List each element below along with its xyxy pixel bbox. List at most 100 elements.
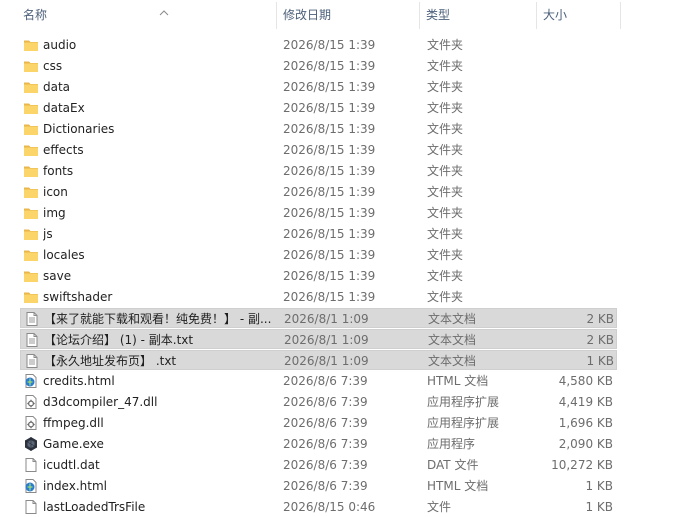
file-type: 文件夹 — [427, 164, 464, 178]
file-modified-date: 2026/8/6 7:39 — [283, 416, 368, 430]
file-row[interactable]: data 2026/8/15 1:39 文件夹 — [20, 77, 617, 97]
column-header-date[interactable]: 修改日期 — [277, 0, 419, 31]
file-modified-date: 2026/8/15 1:39 — [283, 227, 376, 241]
file-type: 应用程序扩展 — [427, 395, 500, 409]
file-row[interactable]: audio 2026/8/15 1:39 文件夹 — [20, 35, 617, 55]
file-size — [540, 119, 613, 139]
file-modified-date: 2026/8/6 7:39 — [283, 437, 368, 451]
file-modified-date: 2026/8/15 1:39 — [283, 290, 376, 304]
dll-file-icon — [23, 415, 39, 431]
file-row[interactable]: 【论坛介绍】 (1) - 副本.txt 2026/8/1 1:09 文本文档 2 KB — [20, 329, 617, 349]
file-modified-date: 2026/8/6 7:39 — [283, 458, 368, 472]
file-modified-date: 2026/8/15 1:39 — [283, 143, 376, 157]
file-size — [540, 245, 613, 265]
file-type: 文件 — [427, 500, 452, 514]
file-modified-date: 2026/8/1 1:09 — [284, 333, 369, 347]
file-name: 【论坛介绍】 (1) - 副本.txt — [44, 333, 194, 347]
file-row[interactable]: css 2026/8/15 1:39 文件夹 — [20, 56, 617, 76]
file-size: 10,272 KB — [551, 458, 613, 472]
file-type: 文本文档 — [428, 312, 477, 326]
folder-icon — [23, 247, 39, 263]
column-header-type-label: 类型 — [426, 8, 451, 22]
file-row[interactable]: fonts 2026/8/15 1:39 文件夹 — [20, 161, 617, 181]
file-name: ffmpeg.dll — [43, 416, 104, 430]
file-row[interactable]: effects 2026/8/15 1:39 文件夹 — [20, 140, 617, 160]
file-size — [540, 98, 613, 118]
dll-file-icon — [23, 394, 39, 410]
file-row[interactable]: Game.exe 2026/8/6 7:39 应用程序 2,090 KB — [20, 434, 617, 454]
file-type: 文本文档 — [428, 333, 477, 347]
file-modified-date: 2026/8/15 1:39 — [283, 59, 376, 73]
column-header-name-label: 名称 — [23, 8, 48, 22]
column-header-size[interactable]: 大小 — [537, 0, 620, 31]
file-name: 【来了就能下载和观看！纯免费！】 - 副... — [44, 312, 272, 326]
folder-icon — [23, 205, 39, 221]
file-row[interactable]: 【来了就能下载和观看！纯免费！】 - 副... 2026/8/1 1:09 文本文档… — [20, 308, 617, 328]
file-type: 文件夹 — [427, 290, 464, 304]
file-row[interactable]: lastLoadedTrsFile 2026/8/15 0:46 文件 1 KB — [20, 497, 617, 517]
file-name: icon — [43, 185, 68, 199]
exe-file-icon — [23, 436, 39, 452]
file-row[interactable]: icudtl.dat 2026/8/6 7:39 DAT 文件 10,272 KB — [20, 455, 617, 475]
file-type: 文件夹 — [427, 248, 464, 262]
file-row[interactable]: js 2026/8/15 1:39 文件夹 — [20, 224, 617, 244]
folder-icon — [23, 226, 39, 242]
file-size: 4,419 KB — [558, 395, 613, 409]
file-name: 【永久地址发布页】 .txt — [44, 354, 177, 368]
file-name: Dictionaries — [43, 122, 115, 136]
folder-icon — [23, 37, 39, 53]
file-modified-date: 2026/8/1 1:09 — [284, 354, 369, 368]
file-modified-date: 2026/8/15 0:46 — [283, 500, 376, 514]
file-type: 文件夹 — [427, 122, 464, 136]
file-size: 1 KB — [585, 500, 613, 514]
text-file-icon — [24, 332, 40, 348]
file-row[interactable]: swiftshader 2026/8/15 1:39 文件夹 — [20, 287, 617, 307]
file-name: img — [43, 206, 66, 220]
file-modified-date: 2026/8/6 7:39 — [283, 395, 368, 409]
folder-icon — [23, 142, 39, 158]
file-row[interactable]: Dictionaries 2026/8/15 1:39 文件夹 — [20, 119, 617, 139]
folder-icon — [23, 79, 39, 95]
file-name: css — [43, 59, 63, 73]
file-type: 应用程序扩展 — [427, 416, 500, 430]
file-row[interactable]: locales 2026/8/15 1:39 文件夹 — [20, 245, 617, 265]
folder-icon — [23, 268, 39, 284]
file-size: 2 KB — [586, 333, 614, 347]
file-row[interactable]: icon 2026/8/15 1:39 文件夹 — [20, 182, 617, 202]
file-size — [540, 203, 613, 223]
file-name: audio — [43, 38, 77, 52]
file-row[interactable]: d3dcompiler_47.dll 2026/8/6 7:39 应用程序扩展 4,4… — [20, 392, 617, 412]
file-row[interactable]: 【永久地址发布页】 .txt 2026/8/1 1:09 文本文档 1 KB — [20, 350, 617, 370]
file-type: 文件夹 — [427, 206, 464, 220]
file-type: 文件夹 — [427, 38, 464, 52]
file-modified-date: 2026/8/15 1:39 — [283, 122, 376, 136]
file-type: 文件夹 — [427, 143, 464, 157]
file-size — [540, 140, 613, 160]
file-modified-date: 2026/8/15 1:39 — [283, 164, 376, 178]
folder-icon — [23, 100, 39, 116]
column-header-name[interactable]: 名称 — [17, 0, 275, 31]
file-row[interactable]: credits.html 2026/8/6 7:39 HTML 文档 4,580 KB — [20, 371, 617, 391]
file-type: 文件夹 — [427, 269, 464, 283]
file-name: lastLoadedTrsFile — [43, 500, 146, 514]
file-size: 1 KB — [586, 354, 614, 368]
file-row[interactable]: img 2026/8/15 1:39 文件夹 — [20, 203, 617, 223]
file-row[interactable]: index.html 2026/8/6 7:39 HTML 文档 1 KB — [20, 476, 617, 496]
file-modified-date: 2026/8/15 1:39 — [283, 80, 376, 94]
file-type: 文件夹 — [427, 80, 464, 94]
folder-icon — [23, 121, 39, 137]
file-type: HTML 文档 — [427, 479, 489, 493]
file-name: dataEx — [43, 101, 85, 115]
file-name: data — [43, 80, 71, 94]
file-row[interactable]: save 2026/8/15 1:39 文件夹 — [20, 266, 617, 286]
file-row[interactable]: ffmpeg.dll 2026/8/6 7:39 应用程序扩展 1,696 KB — [20, 413, 617, 433]
column-header-type[interactable]: 类型 — [420, 0, 536, 31]
column-header-bar: 名称 修改日期 类型 大小 — [0, 0, 679, 31]
file-size — [540, 182, 613, 202]
blank-file-icon — [23, 499, 39, 515]
column-divider[interactable] — [620, 2, 621, 29]
file-modified-date: 2026/8/15 1:39 — [283, 185, 376, 199]
file-row[interactable]: dataEx 2026/8/15 1:39 文件夹 — [20, 98, 617, 118]
file-size — [540, 266, 613, 286]
file-type: 文件夹 — [427, 185, 464, 199]
